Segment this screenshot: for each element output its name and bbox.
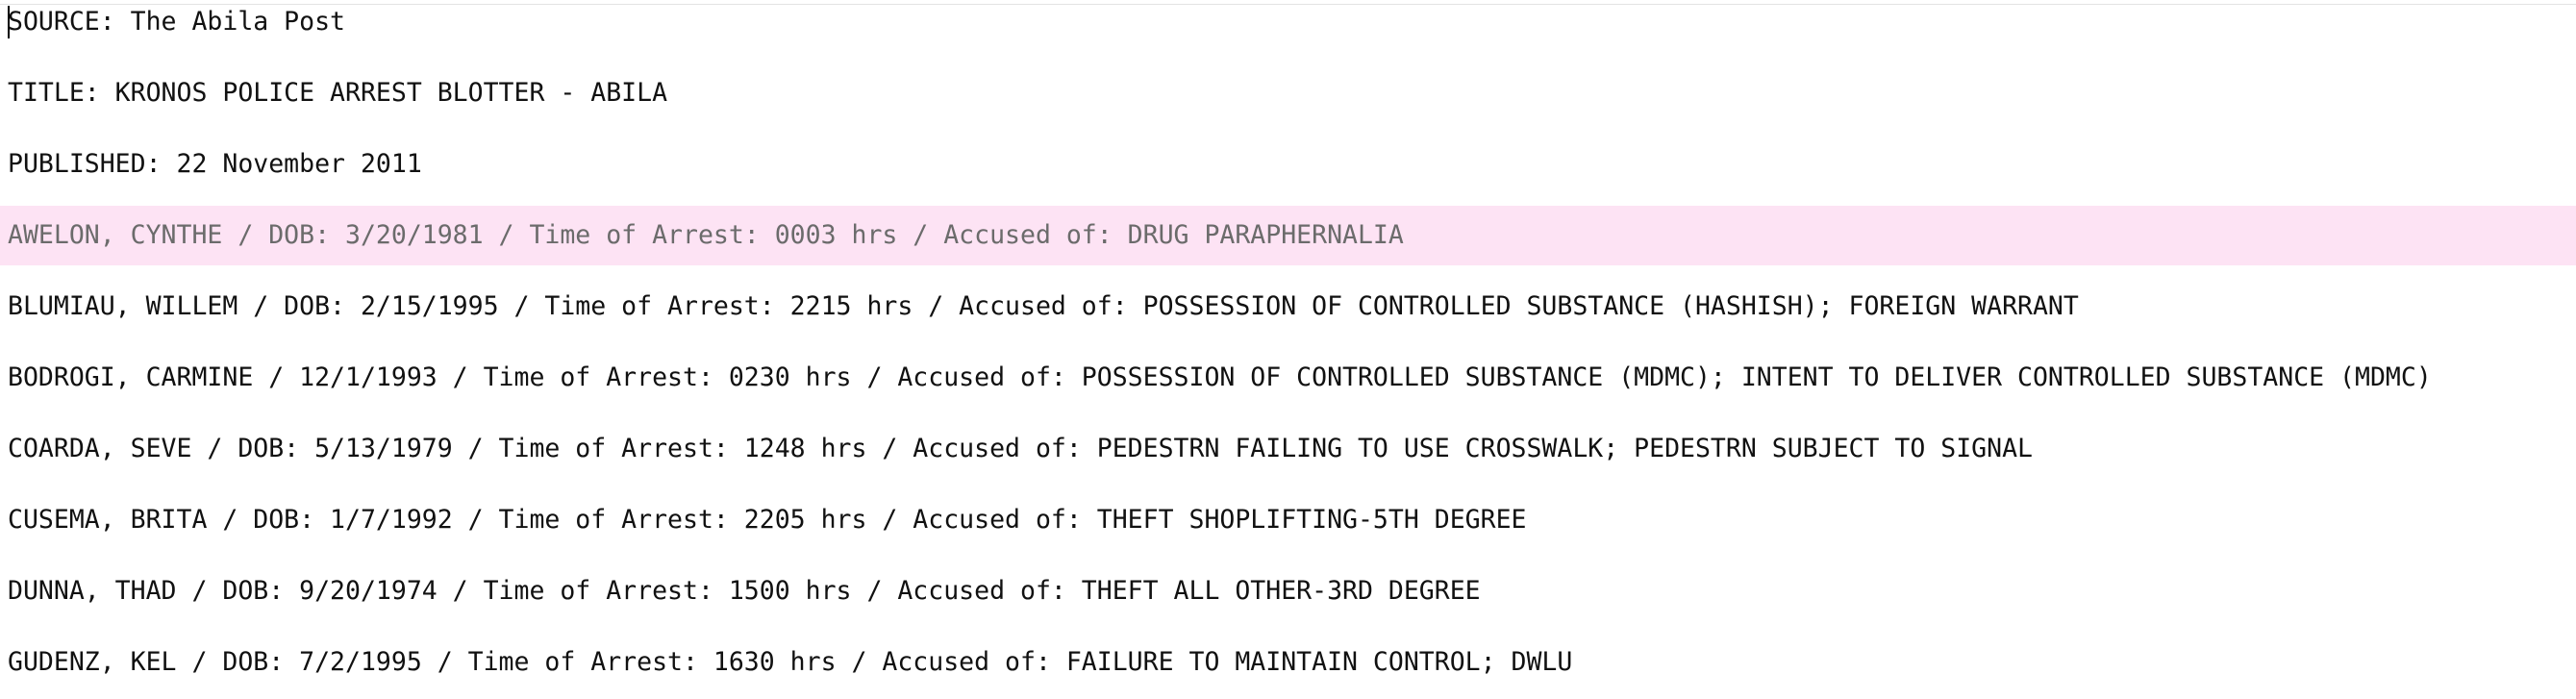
published-line: PUBLISHED: 22 November 2011 [8, 149, 422, 179]
source-line: SOURCE: The Abila Post [8, 7, 345, 37]
text-document[interactable]: SOURCE: The Abila Post TITLE: KRONOS POL… [0, 0, 2576, 699]
arrest-entry: CUSEMA, BRITA / DOB: 1/7/1992 / Time of … [8, 505, 1527, 535]
arrest-entry: DUNNA, THAD / DOB: 9/20/1974 / Time of A… [8, 576, 1481, 606]
arrest-entry: BLUMIAU, WILLEM / DOB: 2/15/1995 / Time … [8, 291, 2079, 321]
arrest-entry-highlighted: AWELON, CYNTHE / DOB: 3/20/1981 / Time o… [0, 206, 2576, 265]
arrest-entry: COARDA, SEVE / DOB: 5/13/1979 / Time of … [8, 434, 2033, 463]
arrest-entry: GUDENZ, KEL / DOB: 7/2/1995 / Time of Ar… [8, 647, 1573, 677]
title-line: TITLE: KRONOS POLICE ARREST BLOTTER - AB… [8, 78, 668, 108]
arrest-entry: BODROGI, CARMINE / 12/1/1993 / Time of A… [8, 362, 2432, 392]
